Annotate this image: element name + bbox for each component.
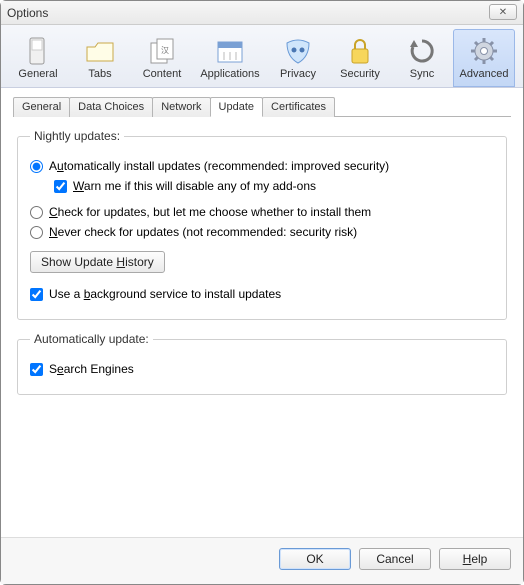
titlebar: Options ✕ bbox=[1, 1, 523, 25]
radio-never-row: Never check for updates (not recommended… bbox=[30, 225, 494, 239]
calendar-icon bbox=[194, 34, 266, 68]
ok-button[interactable]: OK bbox=[279, 548, 351, 570]
auto-update-legend: Automatically update: bbox=[30, 332, 153, 346]
category-label: Security bbox=[330, 68, 390, 80]
dialog-footer: OK Cancel Help bbox=[1, 537, 523, 584]
auto-update-group: Automatically update: Search Engines bbox=[17, 332, 507, 395]
subtab-network[interactable]: Network bbox=[152, 97, 210, 117]
category-toolbar: General Tabs 汉 Content Applications Priv… bbox=[1, 25, 523, 88]
lock-icon bbox=[330, 34, 390, 68]
mask-icon bbox=[268, 34, 328, 68]
category-advanced[interactable]: Advanced bbox=[453, 29, 515, 87]
check-warn-addons-label: Warn me if this will disable any of my a… bbox=[73, 179, 316, 193]
main-area: General Data Choices Network Update Cert… bbox=[1, 88, 523, 537]
radio-never-label: Never check for updates (not recommended… bbox=[49, 225, 357, 239]
window-title: Options bbox=[7, 6, 48, 20]
nightly-updates-group: Nightly updates: Automatically install u… bbox=[17, 129, 507, 320]
category-label: Tabs bbox=[70, 68, 130, 80]
subtab-update[interactable]: Update bbox=[210, 97, 263, 117]
category-label: Applications bbox=[194, 68, 266, 80]
nightly-updates-legend: Nightly updates: bbox=[30, 129, 124, 143]
check-search-engines-row: Search Engines bbox=[30, 362, 494, 376]
switch-icon bbox=[8, 34, 68, 68]
category-applications[interactable]: Applications bbox=[193, 29, 267, 87]
radio-check-only-label: Check for updates, but let me choose whe… bbox=[49, 205, 371, 219]
gear-icon bbox=[454, 34, 514, 68]
cancel-button[interactable]: Cancel bbox=[359, 548, 431, 570]
category-general[interactable]: General bbox=[7, 29, 69, 87]
close-button[interactable]: ✕ bbox=[489, 4, 517, 20]
category-content[interactable]: 汉 Content bbox=[131, 29, 193, 87]
category-label: Content bbox=[132, 68, 192, 80]
subtab-strip: General Data Choices Network Update Cert… bbox=[13, 96, 511, 117]
category-sync[interactable]: Sync bbox=[391, 29, 453, 87]
category-label: General bbox=[8, 68, 68, 80]
check-warn-addons[interactable] bbox=[54, 180, 67, 193]
subtab-certificates[interactable]: Certificates bbox=[262, 97, 335, 117]
check-bg-service-row: Use a background service to install upda… bbox=[30, 287, 494, 301]
category-security[interactable]: Security bbox=[329, 29, 391, 87]
radio-never[interactable] bbox=[30, 226, 43, 239]
radio-auto-install[interactable] bbox=[30, 160, 43, 173]
check-bg-service[interactable] bbox=[30, 288, 43, 301]
check-warn-addons-row: Warn me if this will disable any of my a… bbox=[54, 179, 494, 193]
folder-icon bbox=[70, 34, 130, 68]
radio-check-only[interactable] bbox=[30, 206, 43, 219]
category-label: Privacy bbox=[268, 68, 328, 80]
category-label: Sync bbox=[392, 68, 452, 80]
help-button[interactable]: Help bbox=[439, 548, 511, 570]
subtab-general[interactable]: General bbox=[13, 97, 70, 117]
update-panel: Nightly updates: Automatically install u… bbox=[13, 117, 511, 531]
check-bg-service-label: Use a background service to install upda… bbox=[49, 287, 281, 301]
category-label: Advanced bbox=[454, 68, 514, 80]
category-tabs[interactable]: Tabs bbox=[69, 29, 131, 87]
documents-icon: 汉 bbox=[132, 34, 192, 68]
radio-auto-install-row: Automatically install updates (recommend… bbox=[30, 159, 494, 173]
close-icon: ✕ bbox=[499, 7, 507, 18]
show-update-history-button[interactable]: Show Update History bbox=[30, 251, 165, 273]
check-search-engines-label: Search Engines bbox=[49, 362, 134, 376]
radio-auto-install-label: Automatically install updates (recommend… bbox=[49, 159, 389, 173]
category-privacy[interactable]: Privacy bbox=[267, 29, 329, 87]
check-search-engines[interactable] bbox=[30, 363, 43, 376]
radio-check-only-row: Check for updates, but let me choose whe… bbox=[30, 205, 494, 219]
subtab-data-choices[interactable]: Data Choices bbox=[69, 97, 153, 117]
sync-icon bbox=[392, 34, 452, 68]
svg-text:汉: 汉 bbox=[161, 46, 169, 55]
